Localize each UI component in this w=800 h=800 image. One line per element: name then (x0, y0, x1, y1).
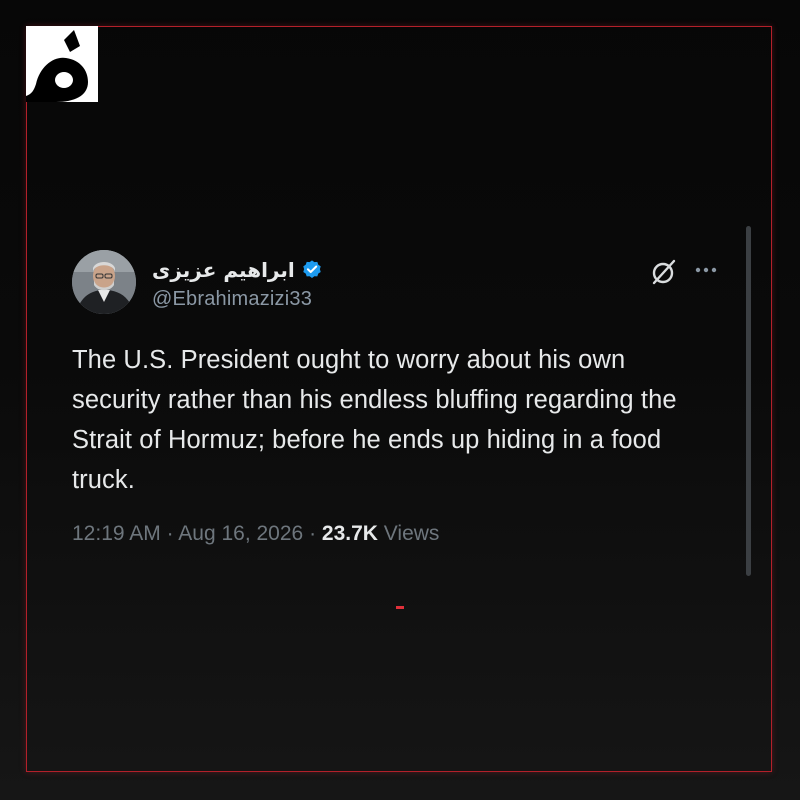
author-name-row[interactable]: ابراهیم عزیزی (152, 256, 323, 284)
decorative-red-dash (396, 606, 404, 609)
views-label: Views (383, 522, 440, 545)
channel-logo (26, 26, 98, 102)
verified-badge-icon (303, 260, 321, 278)
scrollbar[interactable] (746, 226, 751, 576)
user-handle[interactable]: @Ebrahimazizi33 (152, 288, 312, 311)
tweet-metadata: 12:19 AM · Aug 16, 2026 · 23.7K Views (72, 522, 439, 546)
tweet-text: The U.S. President ought to worry about … (72, 346, 677, 494)
meta-separator: · (166, 522, 174, 545)
avatar[interactable] (72, 250, 136, 314)
display-name[interactable]: ابراهیم عزیزی (152, 258, 295, 282)
more-options-icon[interactable] (692, 256, 720, 284)
grok-icon[interactable] (650, 258, 678, 286)
views-count[interactable]: 23.7K (322, 522, 378, 545)
tweet-date[interactable]: Aug 16, 2026 (178, 522, 303, 545)
meta-separator: · (309, 522, 317, 545)
tweet-time[interactable]: 12:19 AM (72, 522, 161, 545)
